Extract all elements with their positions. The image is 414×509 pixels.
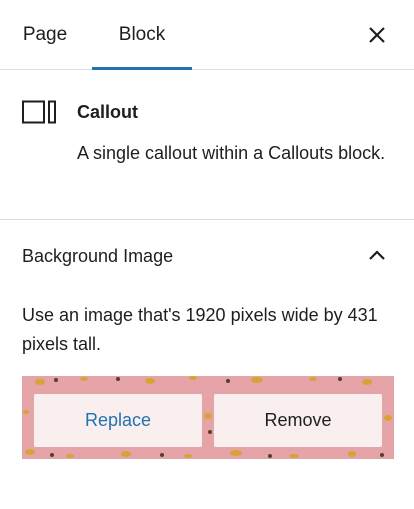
columns-block-icon xyxy=(22,100,56,124)
tab-page-label: Page xyxy=(22,23,68,45)
tab-page[interactable]: Page xyxy=(0,0,90,69)
remove-image-button[interactable]: Remove xyxy=(214,394,382,447)
block-title: Callout xyxy=(77,102,138,122)
tab-block[interactable]: Block xyxy=(92,0,192,70)
replace-image-button[interactable]: Replace xyxy=(34,394,202,447)
panel-title: Background Image xyxy=(22,246,174,266)
background-image-preview: Replace Remove xyxy=(22,376,394,459)
close-button[interactable] xyxy=(364,22,390,48)
sidebar-tabs: Page Block xyxy=(0,0,414,70)
chevron-up-icon xyxy=(369,250,385,260)
tab-block-label: Block xyxy=(118,23,166,45)
background-image-panel-toggle[interactable]: Background Image xyxy=(0,221,414,293)
block-card: Callout A single callout within a Callou… xyxy=(0,70,414,220)
panel-help-text: Use an image that's 1920 pixels wide by … xyxy=(22,305,378,354)
block-description: A single callout within a Callouts block… xyxy=(77,143,386,163)
close-icon xyxy=(369,27,385,43)
